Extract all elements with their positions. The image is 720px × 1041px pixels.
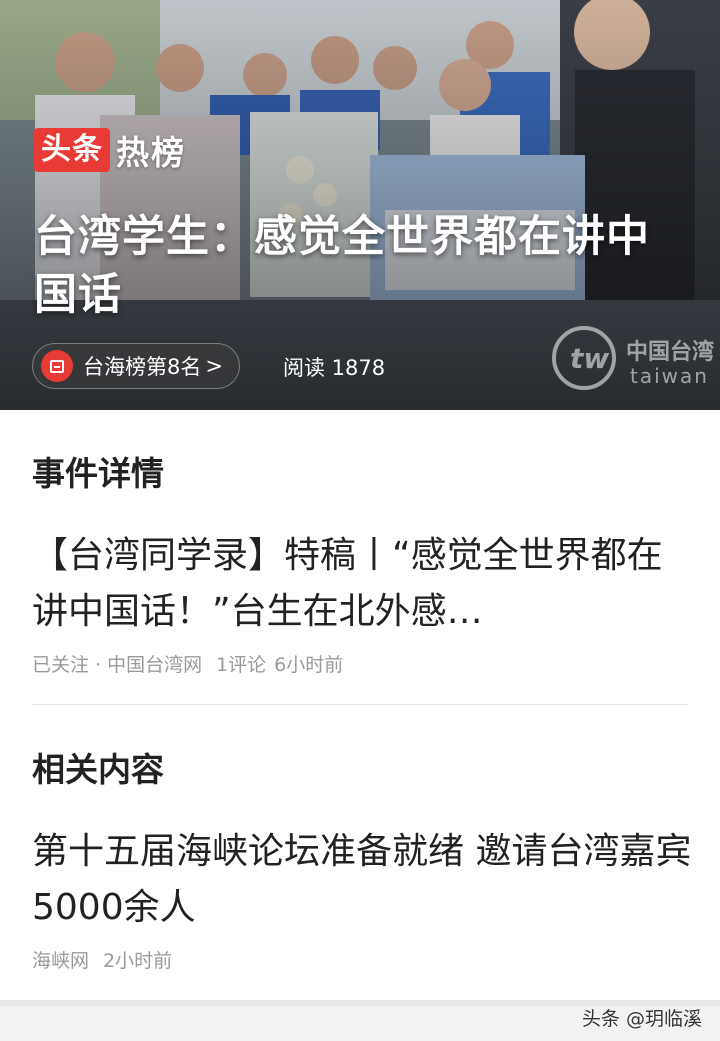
comment-count: 1评论 bbox=[216, 654, 267, 676]
article-source[interactable]: 中国台湾网 bbox=[107, 654, 202, 676]
meta-separator: · bbox=[95, 654, 102, 676]
section-title-related: 相关内容 bbox=[32, 750, 164, 789]
read-count: 阅读 1878 bbox=[283, 356, 386, 380]
section-divider bbox=[32, 704, 688, 705]
chevron-right-icon: > bbox=[205, 354, 223, 378]
hero-title[interactable]: 台湾学生：感觉全世界都在讲中国话 bbox=[34, 208, 684, 324]
rank-badge-button[interactable]: 台海榜第8名 > bbox=[32, 343, 240, 389]
watermark-en-text: taiwan bbox=[630, 364, 709, 388]
section-title-event-details: 事件详情 bbox=[32, 454, 164, 493]
watermark-cn-text: 中国台湾 bbox=[626, 340, 715, 365]
taiwan-logo-icon: tw bbox=[552, 326, 616, 390]
publish-time: 6小时前 bbox=[274, 654, 344, 676]
publish-time: 2小时前 bbox=[103, 950, 173, 972]
rank-label: 台海榜第8名 bbox=[83, 355, 202, 379]
toutiao-hot-list-brand: 头条 热榜 bbox=[34, 128, 186, 172]
related-article-meta: 海峡网 2小时前 bbox=[32, 946, 186, 973]
related-article-title[interactable]: 第十五届海峡论坛准备就绪 邀请台湾嘉宾5000余人 bbox=[32, 824, 692, 936]
rank-list-icon bbox=[41, 350, 73, 382]
brand-title: 热榜 bbox=[116, 133, 186, 172]
article-source[interactable]: 海峡网 bbox=[32, 950, 89, 972]
source-watermark-logo: tw 中国台湾 taiwan bbox=[552, 322, 720, 400]
event-article-title[interactable]: 【台湾同学录】特稿丨“感觉全世界都在讲中国话！”台生在北外感… bbox=[32, 528, 692, 640]
hero-banner[interactable]: 头条 热榜 台湾学生：感觉全世界都在讲中国话 台海榜第8名 > 阅读 1878 … bbox=[0, 0, 720, 410]
brand-logo-box: 头条 bbox=[34, 128, 110, 172]
event-article-meta: 已关注 · 中国台湾网 1评论 6小时前 bbox=[32, 650, 357, 677]
account-watermark: 头条 @玥临溪 bbox=[581, 1008, 702, 1030]
follow-status[interactable]: 已关注 bbox=[32, 654, 89, 676]
